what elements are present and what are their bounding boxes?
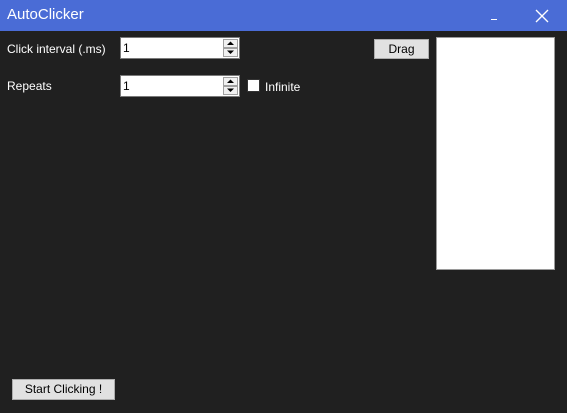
- repeats-input[interactable]: [123, 77, 219, 95]
- repeats-stepper: [120, 75, 240, 97]
- infinite-label[interactable]: Infinite: [265, 80, 300, 94]
- drag-target-panel[interactable]: [436, 37, 555, 270]
- interval-stepper: [120, 37, 240, 59]
- interval-decrement-button[interactable]: [223, 48, 238, 57]
- close-button[interactable]: [519, 0, 565, 31]
- title-bar[interactable]: AutoClicker: [0, 0, 567, 31]
- arrow-down-icon: [227, 50, 234, 54]
- arrow-up-icon: [227, 79, 234, 83]
- interval-spin-buttons: [223, 39, 238, 57]
- arrow-down-icon: [227, 88, 234, 92]
- drag-button[interactable]: Drag: [374, 39, 429, 59]
- interval-label: Click interval (.ms): [7, 42, 106, 56]
- window-title: AutoClicker: [7, 6, 84, 23]
- autoclicker-window: AutoClicker Click interval (.ms) Repeats: [0, 0, 567, 413]
- minimize-button[interactable]: [471, 0, 517, 31]
- repeats-label: Repeats: [7, 79, 52, 93]
- infinite-checkbox[interactable]: [247, 79, 260, 92]
- repeats-decrement-button[interactable]: [223, 86, 238, 95]
- repeats-increment-button[interactable]: [223, 77, 238, 86]
- start-clicking-button[interactable]: Start Clicking !: [12, 379, 115, 400]
- repeats-spin-buttons: [223, 77, 238, 95]
- interval-input[interactable]: [123, 39, 219, 57]
- arrow-up-icon: [227, 41, 234, 45]
- interval-increment-button[interactable]: [223, 39, 238, 48]
- minimize-icon: [491, 19, 497, 20]
- close-icon: [535, 9, 549, 23]
